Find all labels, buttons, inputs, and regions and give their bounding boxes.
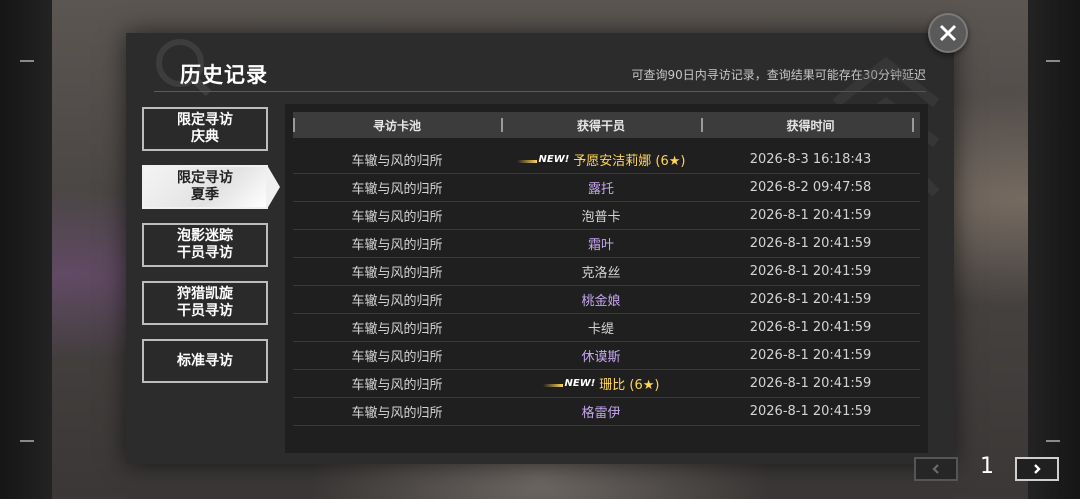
- frame-tick: [1046, 60, 1060, 62]
- history-table: 寻访卡池 获得干员 获得时间 车辙与风的归所 NEW! 予愿安洁莉娜 (6★) 202…: [285, 104, 1059, 481]
- next-page-button[interactable]: [1015, 457, 1059, 481]
- operator-name: 克洛丝: [581, 266, 621, 281]
- header-pool: 寻访卡池: [293, 112, 501, 138]
- operator-name: 珊比 (6★): [599, 378, 660, 393]
- table-row: 车辙与风的归所 克洛丝 2026-8-1 20:41:59: [293, 258, 920, 286]
- chevron-right-icon: [1034, 464, 1041, 474]
- table-row: 车辙与风的归所 露托 2026-8-2 09:47:58: [293, 174, 920, 202]
- cell-time: 2026-8-1 20:41:59: [749, 404, 872, 419]
- cell-operator: NEW! 予愿安洁莉娜 (6★): [501, 150, 701, 169]
- tab-label-line1: 泡影迷踪: [177, 228, 233, 244]
- cell-pool: 车辙与风的归所: [351, 210, 443, 225]
- tab-label-line1: 限定寻访: [177, 112, 233, 128]
- tab-label-line1: 限定寻访: [177, 170, 233, 186]
- cell-time: 2026-8-1 20:41:59: [749, 236, 872, 251]
- cell-operator: NEW! 珊比 (6★): [501, 374, 701, 393]
- cell-time: 2026-8-3 16:18:43: [749, 152, 872, 167]
- table-body: 车辙与风的归所 NEW! 予愿安洁莉娜 (6★) 2026-8-3 16:18:43 车…: [293, 146, 920, 426]
- frame-tick: [1046, 440, 1060, 442]
- cell-pool: 车辙与风的归所: [351, 182, 443, 197]
- header-time: 获得时间: [701, 112, 920, 138]
- right-frame-bar: [1028, 0, 1080, 499]
- cell-pool: 车辙与风的归所: [351, 378, 443, 393]
- operator-name: 泡普卡: [581, 210, 621, 225]
- new-badge: NEW!: [542, 378, 595, 389]
- frame-tick: [20, 60, 34, 62]
- frame-tick: [20, 440, 34, 442]
- cell-time: 2026-8-1 20:41:59: [749, 320, 872, 335]
- table-row: 车辙与风的归所 泡普卡 2026-8-1 20:41:59: [293, 202, 920, 230]
- cell-time: 2026-8-1 20:41:59: [749, 264, 872, 279]
- tab-limited-summer[interactable]: 限定寻访 夏季: [142, 165, 280, 209]
- close-icon: [939, 24, 957, 42]
- cell-operator: 克洛丝: [501, 262, 701, 281]
- page-number: 1: [980, 454, 994, 479]
- cell-time: 2026-8-1 20:41:59: [749, 292, 872, 307]
- prev-page-button[interactable]: [914, 457, 958, 481]
- cell-pool: 车辙与风的归所: [351, 238, 443, 253]
- table-row: 车辙与风的归所 桃金娘 2026-8-1 20:41:59: [293, 286, 920, 314]
- header-operator: 获得干员: [501, 112, 701, 138]
- cell-pool: 车辙与风的归所: [351, 350, 443, 365]
- table-row: 车辙与风的归所 休谟斯 2026-8-1 20:41:59: [293, 342, 920, 370]
- left-frame-bar: [0, 0, 52, 499]
- cell-pool: 车辙与风的归所: [351, 154, 443, 169]
- table-row: 车辙与风的归所 NEW! 予愿安洁莉娜 (6★) 2026-8-3 16:18:43: [293, 146, 920, 174]
- tab-label-line2: 庆典: [191, 129, 219, 145]
- operator-name: 露托: [587, 182, 614, 197]
- chevron-left-icon: [932, 464, 939, 474]
- new-badge: NEW!: [516, 154, 569, 165]
- cell-time: 2026-8-1 20:41:59: [749, 348, 872, 363]
- title-divider: [154, 91, 926, 92]
- table-row: 车辙与风的归所 卡缇 2026-8-1 20:41:59: [293, 314, 920, 342]
- cell-pool: 车辙与风的归所: [351, 294, 443, 309]
- operator-name: 予愿安洁莉娜 (6★): [573, 154, 686, 169]
- cell-operator: 露托: [501, 178, 701, 197]
- close-button[interactable]: [928, 13, 968, 53]
- tab-label-line1: 标准寻访: [177, 352, 233, 369]
- tab-bubble-trail[interactable]: 泡影迷踪 干员寻访: [142, 223, 268, 267]
- cell-operator: 桃金娘: [501, 290, 701, 309]
- tab-label-line2: 干员寻访: [177, 303, 233, 319]
- cell-time: 2026-8-2 09:47:58: [749, 180, 872, 195]
- cell-operator: 格雷伊: [501, 402, 701, 421]
- operator-name: 格雷伊: [581, 406, 621, 421]
- history-dialog: 历史记录 可查询90日内寻访记录，查询结果可能存在30分钟延迟 限定寻访 庆典 …: [126, 33, 1059, 481]
- tab-label-line2: 夏季: [191, 187, 219, 203]
- table-row: 车辙与风的归所 霜叶 2026-8-1 20:41:59: [293, 230, 920, 258]
- operator-name: 休谟斯: [581, 350, 621, 365]
- table-row: 车辙与风的归所 格雷伊 2026-8-1 20:41:59: [293, 398, 920, 426]
- cell-operator: 休谟斯: [501, 346, 701, 365]
- tab-label-line1: 狩猎凯旋: [177, 286, 233, 302]
- tab-limited-celebration[interactable]: 限定寻访 庆典: [142, 107, 268, 151]
- cell-operator: 泡普卡: [501, 206, 701, 225]
- operator-name: 桃金娘: [581, 294, 621, 309]
- dialog-title: 历史记录: [180, 63, 268, 87]
- cell-operator: 卡缇: [501, 318, 701, 337]
- tab-label-line2: 干员寻访: [177, 245, 233, 261]
- cell-time: 2026-8-1 20:41:59: [749, 376, 872, 391]
- cell-pool: 车辙与风的归所: [351, 266, 443, 281]
- cell-time: 2026-8-1 20:41:59: [749, 208, 872, 223]
- operator-name: 卡缇: [587, 322, 614, 337]
- operator-name: 霜叶: [587, 238, 614, 253]
- tab-hunting-triumph[interactable]: 狩猎凯旋 干员寻访: [142, 281, 268, 325]
- tab-standard[interactable]: 标准寻访: [142, 339, 268, 383]
- table-header: 寻访卡池 获得干员 获得时间: [293, 112, 920, 138]
- cell-operator: 霜叶: [501, 234, 701, 253]
- table-row: 车辙与风的归所 NEW! 珊比 (6★) 2026-8-1 20:41:59: [293, 370, 920, 398]
- cell-pool: 车辙与风的归所: [351, 322, 443, 337]
- cell-pool: 车辙与风的归所: [351, 406, 443, 421]
